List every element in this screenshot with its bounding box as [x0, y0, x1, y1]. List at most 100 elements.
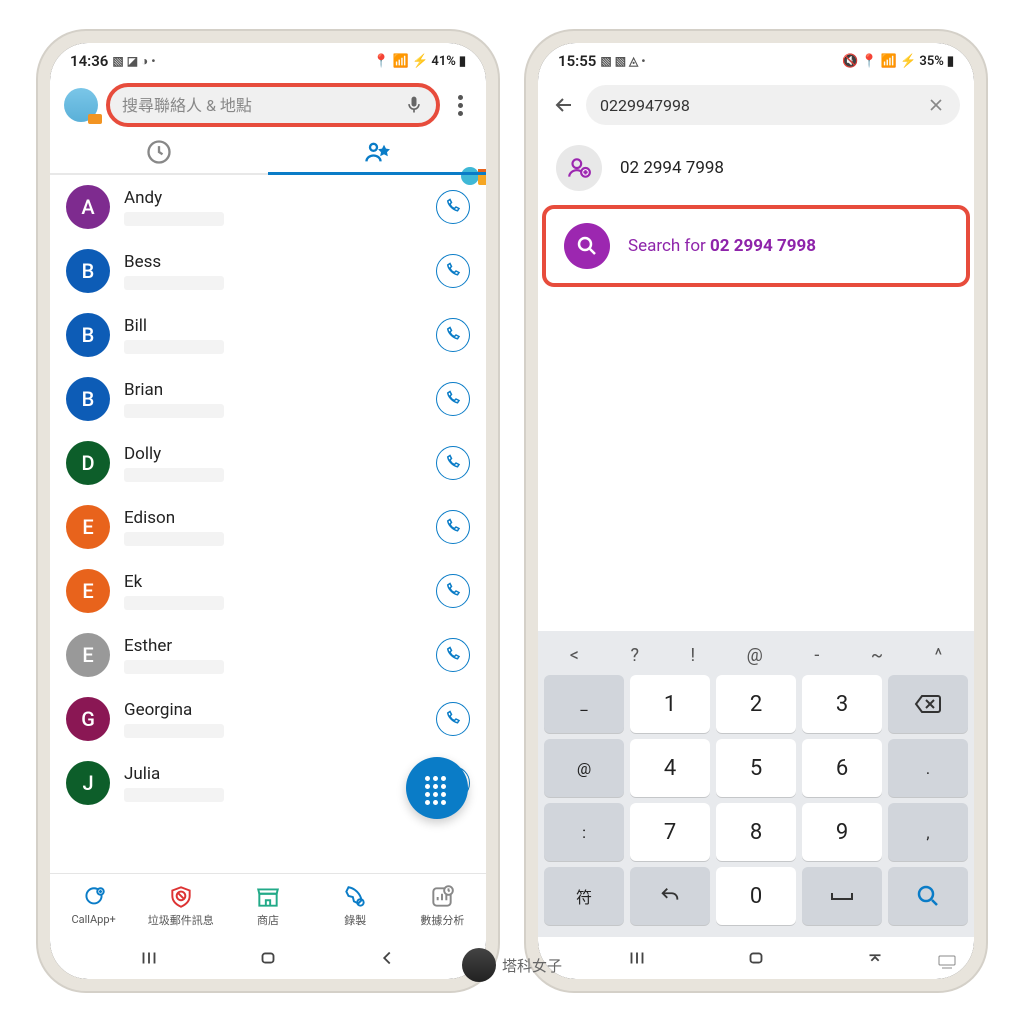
kbd-key-at[interactable]: @: [544, 739, 624, 797]
phone-icon: [444, 710, 462, 728]
search-icon: [916, 884, 940, 908]
search-input[interactable]: [600, 96, 926, 115]
contact-avatar: E: [66, 505, 110, 549]
contact-info: Brian: [124, 380, 422, 418]
dialpad-fab[interactable]: [406, 757, 468, 819]
contact-row[interactable]: G Georgina: [50, 687, 486, 751]
kbd-key-space[interactable]: [802, 867, 882, 925]
kbd-suggest[interactable]: ?: [630, 645, 639, 666]
call-button[interactable]: [436, 190, 470, 224]
phone-frame-right: 15:55 ▧ ▧ ◬ • 🔇 📍 📶 ⚡ 35% ▮ 02 2994 7998…: [526, 31, 986, 991]
sysnav-home[interactable]: [745, 947, 767, 969]
kbd-suggest[interactable]: ~: [871, 645, 883, 666]
kbd-key-4[interactable]: 4: [630, 739, 710, 797]
contact-subtext: [124, 660, 224, 674]
kbd-key-backspace[interactable]: [888, 675, 968, 733]
phone-icon: [444, 454, 462, 472]
call-button[interactable]: [436, 702, 470, 736]
nav-analytics[interactable]: 數據分析: [399, 874, 486, 937]
kbd-suggest[interactable]: ^: [935, 645, 943, 666]
contact-row[interactable]: E Ek: [50, 559, 486, 623]
call-button[interactable]: [436, 318, 470, 352]
sysnav-back[interactable]: [376, 947, 398, 969]
nav-store[interactable]: 商店: [224, 874, 311, 937]
contacts-star-icon: [363, 138, 391, 166]
profile-icon[interactable]: [64, 88, 98, 122]
kbd-key-9[interactable]: 9: [802, 803, 882, 861]
tabs: [50, 131, 486, 175]
result-number-text: 02 2994 7998: [620, 158, 724, 178]
contact-row[interactable]: D Dolly: [50, 431, 486, 495]
dialpad-icon: [425, 776, 449, 800]
contact-row[interactable]: E Esther: [50, 623, 486, 687]
kbd-key-underscore[interactable]: _: [544, 675, 624, 733]
kbd-key-7[interactable]: 7: [630, 803, 710, 861]
result-add-contact[interactable]: 02 2994 7998: [538, 131, 974, 205]
kbd-key-undo[interactable]: [630, 867, 710, 925]
status-time: 15:55: [558, 52, 596, 70]
call-button[interactable]: [436, 446, 470, 480]
contact-row[interactable]: B Bill: [50, 303, 486, 367]
contact-avatar: D: [66, 441, 110, 485]
kbd-key-1[interactable]: 1: [630, 675, 710, 733]
contact-row[interactable]: B Brian: [50, 367, 486, 431]
kbd-key-search[interactable]: [888, 867, 968, 925]
system-nav: [50, 937, 486, 979]
contact-name: Andy: [124, 188, 422, 208]
search-bar[interactable]: [586, 85, 960, 125]
back-arrow-icon[interactable]: [552, 93, 576, 117]
call-button[interactable]: [436, 510, 470, 544]
contact-row[interactable]: A Andy: [50, 175, 486, 239]
search-input[interactable]: [122, 96, 404, 115]
contact-row[interactable]: B Bess: [50, 239, 486, 303]
call-button[interactable]: [436, 574, 470, 608]
sysnav-recents[interactable]: [626, 947, 648, 969]
contact-row[interactable]: E Edison: [50, 495, 486, 559]
status-icons-left: ▧ ◪ ◑ •: [112, 54, 155, 68]
nav-label: 數據分析: [420, 912, 464, 928]
kbd-key-2[interactable]: 2: [716, 675, 796, 733]
tab-contacts[interactable]: [268, 131, 486, 173]
kbd-key-0[interactable]: 0: [716, 867, 796, 925]
call-button[interactable]: [436, 382, 470, 416]
menu-button[interactable]: [448, 95, 472, 116]
phone-icon: [444, 646, 462, 664]
sysnav-recents[interactable]: [138, 947, 160, 969]
kbd-key-period[interactable]: .: [888, 739, 968, 797]
kbd-key-colon[interactable]: :: [544, 803, 624, 861]
clear-icon[interactable]: [926, 95, 946, 115]
kbd-suggest[interactable]: !: [691, 645, 696, 666]
sysnav-home[interactable]: [257, 947, 279, 969]
nav-record[interactable]: 錄製: [312, 874, 399, 937]
sysnav-back[interactable]: [864, 947, 886, 969]
contact-subtext: [124, 788, 224, 802]
nav-callapp[interactable]: CallApp+: [50, 874, 137, 937]
contact-info: Esther: [124, 636, 422, 674]
phone-frame-left: 14:36 ▧ ◪ ◑ • 📍 📶 ⚡ 41% ▮ A Andy B Bess: [38, 31, 498, 991]
contact-name: Bill: [124, 316, 422, 336]
kbd-suggest[interactable]: @: [747, 645, 763, 666]
call-button[interactable]: [436, 254, 470, 288]
kbd-key-3[interactable]: 3: [802, 675, 882, 733]
result-search-for[interactable]: Search for 02 2994 7998: [546, 209, 966, 283]
nav-spam[interactable]: 垃圾郵件訊息: [137, 874, 224, 937]
tab-recents[interactable]: [50, 131, 268, 173]
contact-avatar: G: [66, 697, 110, 741]
keyboard-hide-icon[interactable]: [938, 955, 956, 969]
nav-label: 商店: [257, 912, 279, 928]
contact-info: Bess: [124, 252, 422, 290]
kbd-key-comma[interactable]: ,: [888, 803, 968, 861]
kbd-suggest[interactable]: -: [814, 645, 819, 666]
contact-subtext: [124, 404, 224, 418]
clock-icon: [145, 138, 173, 166]
kbd-key-6[interactable]: 6: [802, 739, 882, 797]
call-button[interactable]: [436, 638, 470, 672]
contact-avatar: A: [66, 185, 110, 229]
kbd-suggest[interactable]: <: [570, 645, 579, 666]
kbd-key-8[interactable]: 8: [716, 803, 796, 861]
mic-icon[interactable]: [404, 95, 424, 115]
phone-icon: [444, 326, 462, 344]
kbd-key-5[interactable]: 5: [716, 739, 796, 797]
search-bar[interactable]: [108, 85, 438, 125]
kbd-key-symbols[interactable]: 符: [544, 867, 624, 925]
